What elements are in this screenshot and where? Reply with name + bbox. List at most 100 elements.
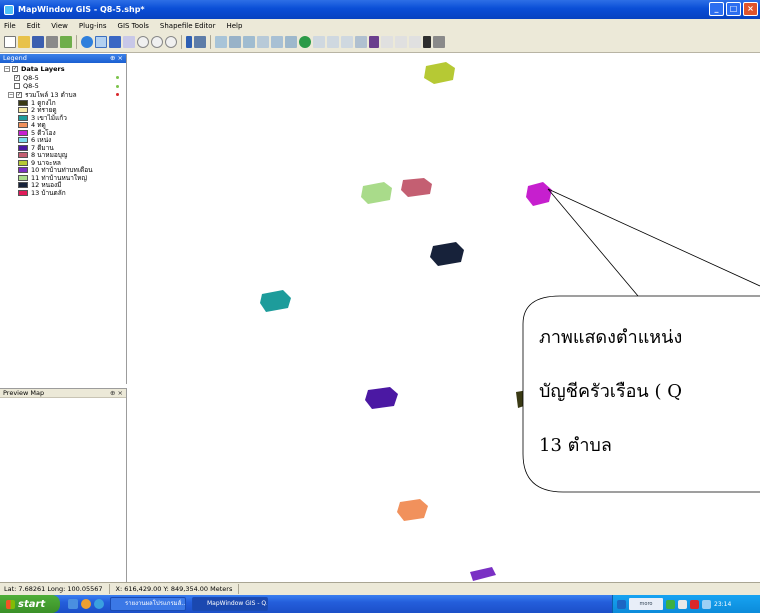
- edit-tool-icon[interactable]: [341, 36, 353, 48]
- collapse-icon[interactable]: −: [8, 91, 14, 98]
- status-bar: Lat: 7.68261 Long: 100.05567 X: 616,429.…: [0, 582, 760, 595]
- menu-plugins[interactable]: Plug-ins: [79, 22, 107, 30]
- menu-help[interactable]: Help: [226, 22, 242, 30]
- maximize-button[interactable]: □: [726, 2, 741, 16]
- window-title: MapWindow GIS - Q8-5.shp*: [18, 5, 145, 14]
- tambon-polygon-3[interactable]: [260, 290, 291, 312]
- collapse-icon[interactable]: −: [4, 66, 10, 73]
- print-icon[interactable]: [46, 36, 58, 48]
- legend-swatch: [18, 174, 28, 181]
- add-layer-icon[interactable]: [81, 36, 93, 48]
- open-folder-icon[interactable]: [18, 36, 30, 48]
- layer-checkbox[interactable]: ✓: [14, 74, 20, 81]
- tambon-polygon-8[interactable]: [401, 178, 432, 197]
- tambon-polygon-10[interactable]: [470, 567, 496, 581]
- status-separator: [238, 584, 240, 594]
- system-tray: moro 23:14: [612, 595, 760, 613]
- legend-swatch: [18, 152, 28, 159]
- pointer-icon[interactable]: [409, 36, 421, 48]
- select-icon[interactable]: [95, 36, 107, 48]
- table-icon[interactable]: [194, 36, 206, 48]
- move-icon[interactable]: [369, 36, 379, 48]
- layer-checkbox[interactable]: ✓: [16, 91, 22, 98]
- check-icon[interactable]: [423, 36, 431, 48]
- legend-swatch: [18, 159, 28, 166]
- tray-icon[interactable]: [678, 599, 687, 609]
- tambon-polygon-4[interactable]: [397, 499, 428, 521]
- map-canvas[interactable]: ภาพแสดงตำแหน่ง บัญชีครัวเรือน ( Q 13 ตำบ…: [128, 54, 760, 582]
- taskbar-item-mapwindow[interactable]: MapWindow GIS - Q...: [192, 597, 268, 611]
- layer-row[interactable]: − ✓ รวมโพล์ 13 ตำบล: [4, 91, 126, 100]
- tambon-polygon-12[interactable]: [430, 242, 464, 266]
- query-icon[interactable]: [123, 36, 135, 48]
- shape-tool-icon[interactable]: [229, 36, 241, 48]
- layer-status-dot: [116, 76, 119, 80]
- new-project-icon[interactable]: [4, 36, 16, 48]
- menu-shapefile-editor[interactable]: Shapefile Editor: [160, 22, 216, 30]
- zoom-extent-icon[interactable]: [165, 36, 177, 48]
- menu-view[interactable]: View: [51, 22, 68, 30]
- legend-category: 6 เหน่ง: [4, 136, 126, 144]
- tray-icon[interactable]: [666, 599, 675, 609]
- settings-icon[interactable]: [60, 36, 72, 48]
- layer-label: Q8-5: [23, 73, 39, 82]
- callout-pointer-line: [547, 188, 639, 297]
- close-button[interactable]: ×: [743, 2, 758, 16]
- legend-swatch: [18, 167, 28, 174]
- zoom-in-icon[interactable]: [137, 36, 149, 48]
- toolbar: [0, 32, 760, 53]
- group-checkbox[interactable]: ✓: [12, 66, 18, 73]
- shape-tool-icon[interactable]: [285, 36, 297, 48]
- quick-launch-icon[interactable]: [68, 599, 78, 609]
- start-label: start: [18, 598, 46, 610]
- antivirus-icon[interactable]: [690, 599, 699, 609]
- edit-tool-icon[interactable]: [313, 36, 325, 48]
- layer-checkbox[interactable]: [14, 83, 20, 90]
- pointer-icon[interactable]: [395, 36, 407, 48]
- minimize-button[interactable]: _: [709, 2, 724, 16]
- tray-icon[interactable]: [617, 599, 626, 609]
- preview-map-panel: Preview Map ⊕ ×: [0, 388, 127, 582]
- legend-pin-close[interactable]: ⊕ ×: [110, 54, 123, 63]
- volume-icon[interactable]: [702, 599, 711, 609]
- menu-gis-tools[interactable]: GIS Tools: [118, 22, 149, 30]
- dropdown-icon[interactable]: [433, 36, 445, 48]
- identify-icon[interactable]: [186, 36, 192, 48]
- tambon-polygon-5[interactable]: [526, 182, 552, 206]
- edit-tool-icon[interactable]: [327, 36, 339, 48]
- preview-pin-close[interactable]: ⊕ ×: [110, 389, 123, 398]
- shape-tool-icon[interactable]: [243, 36, 255, 48]
- clock: 23:14: [714, 600, 732, 608]
- legend-category: 4 ทดู: [4, 121, 126, 129]
- layer-status-dot: [116, 84, 119, 88]
- browser-icon[interactable]: [81, 599, 91, 609]
- help-icon[interactable]: [109, 36, 121, 48]
- layer-row[interactable]: ✓ Q8-5: [4, 74, 126, 83]
- save-icon[interactable]: [32, 36, 44, 48]
- shape-tool-icon[interactable]: [257, 36, 269, 48]
- start-button[interactable]: start: [0, 595, 60, 613]
- tambon-polygon-7[interactable]: [365, 387, 398, 409]
- edit-tool-icon[interactable]: [355, 36, 367, 48]
- tambon-polygon-11[interactable]: [361, 182, 392, 204]
- legend-category: 8 นาหมอบุญ: [4, 151, 126, 159]
- tambon-polygon-9[interactable]: [424, 62, 455, 84]
- layer-group[interactable]: − ✓ Data Layers: [4, 65, 126, 74]
- menu-file[interactable]: File: [4, 22, 16, 30]
- shape-tool-icon[interactable]: [271, 36, 283, 48]
- latlong-readout: Lat: 7.68261 Long: 100.05567: [4, 585, 103, 593]
- tray-ad-banner[interactable]: moro: [629, 598, 663, 610]
- legend-header: Legend ⊕ ×: [0, 54, 126, 63]
- menu-edit[interactable]: Edit: [27, 22, 41, 30]
- shape-tool-icon[interactable]: [215, 36, 227, 48]
- legend-swatch: [18, 137, 28, 144]
- vertex-icon[interactable]: [299, 36, 311, 48]
- ie-icon[interactable]: [94, 599, 104, 609]
- legend-swatch: [18, 107, 28, 114]
- title-bar: MapWindow GIS - Q8-5.shp* _ □ ×: [0, 0, 760, 19]
- taskbar-item-document[interactable]: รายงานผลโปรแกรมส์...: [110, 597, 186, 611]
- pointer-icon[interactable]: [381, 36, 393, 48]
- zoom-out-icon[interactable]: [151, 36, 163, 48]
- map-svg[interactable]: ภาพแสดงตำแหน่ง บัญชีครัวเรือน ( Q 13 ตำบ…: [128, 54, 760, 582]
- layer-row[interactable]: Q8-5: [4, 82, 126, 91]
